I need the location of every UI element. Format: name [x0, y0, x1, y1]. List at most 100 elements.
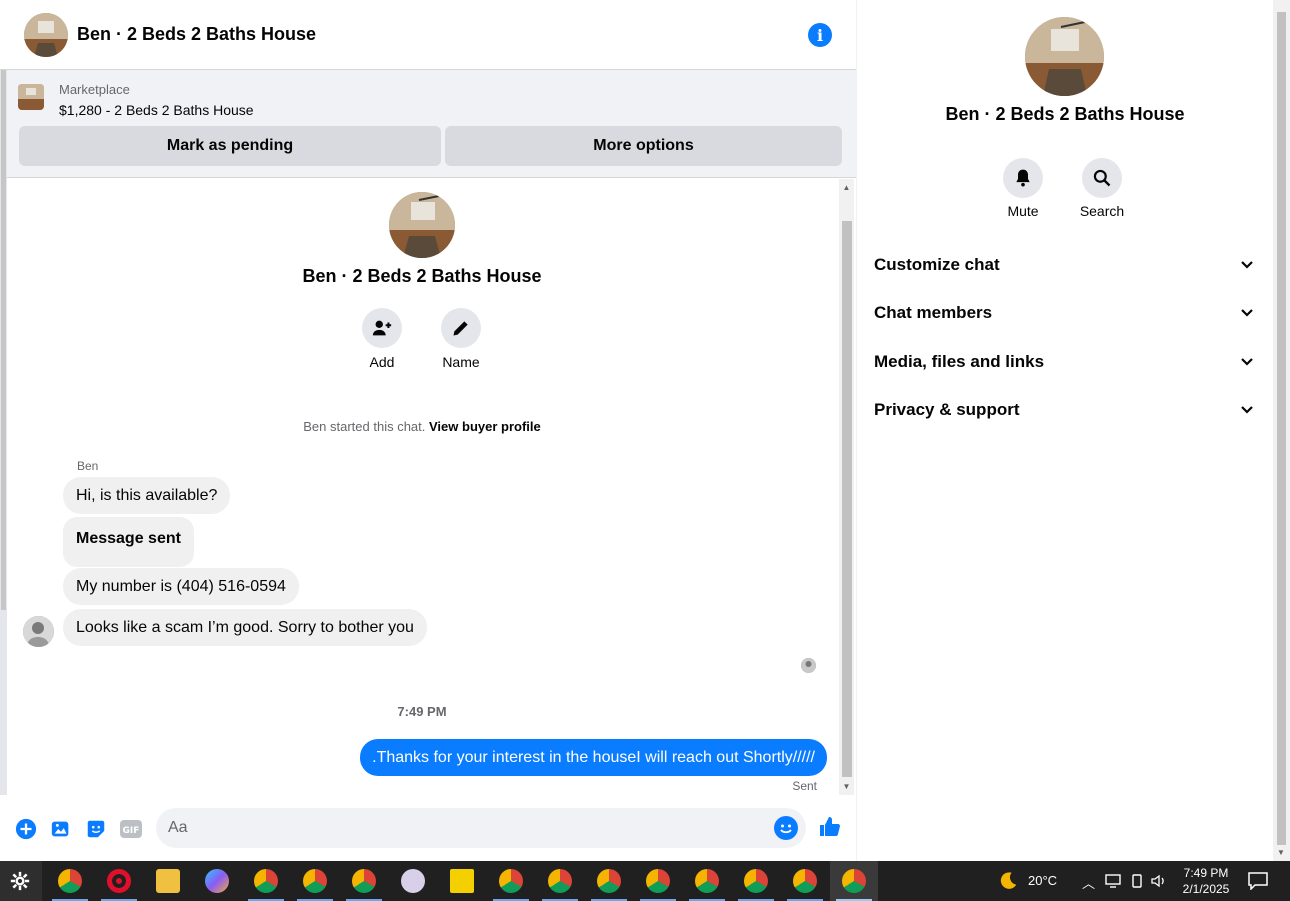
chat-title[interactable]: Ben · 2 Beds 2 Baths House [77, 24, 316, 45]
message-area: Ben · 2 Beds 2 Baths House Add Name Ben … [7, 179, 856, 795]
chrome-icon[interactable] [646, 869, 670, 893]
search-button[interactable] [1082, 158, 1122, 198]
incoming-message[interactable]: Message sent [63, 517, 194, 567]
privacy-support-section[interactable]: Privacy & support [874, 398, 1254, 422]
add-person-icon [372, 320, 392, 336]
mute-label: Mute [1007, 203, 1039, 219]
section-label: Privacy & support [874, 400, 1020, 419]
svg-text:GIF: GIF [123, 826, 140, 836]
system-clock[interactable]: 7:49 PM 2/1/2025 [1176, 865, 1236, 897]
incoming-message[interactable]: Hi, is this available? [63, 477, 231, 514]
panel-avatar[interactable] [1025, 17, 1104, 96]
chat-details-panel: Ben · 2 Beds 2 Baths House Mute Search C… [857, 0, 1273, 861]
chevron-up-icon[interactable]: ︿ [1082, 873, 1095, 892]
search-label: Search [1079, 203, 1125, 219]
emoji-icon[interactable] [774, 816, 798, 840]
notification-icon[interactable] [1248, 872, 1268, 890]
chrome-icon[interactable] [793, 869, 817, 893]
chat-avatar[interactable] [24, 12, 68, 57]
add-label: Add [369, 354, 395, 370]
chrome-icon[interactable] [597, 869, 621, 893]
listing-bar: Marketplace $1,280 - 2 Beds 2 Baths Hous… [7, 70, 856, 178]
incoming-message[interactable]: My number is (404) 516-0594 [63, 568, 299, 605]
bell-icon [1016, 169, 1030, 187]
chrome-icon[interactable] [744, 869, 768, 893]
started-text: Ben started this chat. [303, 419, 426, 434]
page-scrollbar[interactable]: ▼ [1273, 0, 1290, 861]
composer: GIF [0, 795, 856, 861]
listing-price-title[interactable]: $1,280 - 2 Beds 2 Baths House [59, 102, 254, 118]
scroll-down-icon[interactable]: ▼ [842, 782, 851, 791]
chat-members-section[interactable]: Chat members [874, 301, 1254, 325]
intro-title: Ben · 2 Beds 2 Baths House [302, 266, 542, 286]
clock-time: 7:49 PM [1183, 866, 1229, 880]
chrome-icon[interactable] [58, 869, 82, 893]
intro-avatar[interactable] [389, 192, 455, 258]
chat-started-note: Ben started this chat. View buyer profil… [7, 419, 837, 434]
plus-icon[interactable] [14, 817, 38, 841]
chevron-down-icon [1241, 406, 1253, 414]
chrome-icon[interactable] [548, 869, 572, 893]
listing-category: Marketplace [59, 82, 130, 97]
section-label: Media, files and links [874, 352, 1045, 371]
chrome-icon[interactable] [842, 869, 866, 893]
mark-as-pending-button[interactable]: Mark as pending [19, 126, 441, 166]
chrome-icon[interactable] [254, 869, 278, 893]
section-label: Customize chat [874, 255, 1000, 274]
customize-chat-section[interactable]: Customize chat [874, 253, 1254, 277]
more-options-button[interactable]: More options [445, 126, 842, 166]
read-receipt-avatar [801, 658, 816, 673]
panel-title: Ben · 2 Beds 2 Baths House [945, 104, 1185, 124]
section-label: Chat members [874, 303, 993, 322]
media-files-links-section[interactable]: Media, files and links [874, 350, 1254, 374]
snipping-tool-icon[interactable] [401, 869, 425, 893]
sender-name: Ben [77, 459, 99, 473]
scroll-thumb[interactable] [842, 221, 852, 777]
chat-header: Ben · 2 Beds 2 Baths House i [0, 0, 856, 70]
device-icon[interactable] [1130, 874, 1144, 888]
photo-icon[interactable] [49, 817, 73, 841]
network-icon[interactable] [1105, 874, 1121, 888]
chat-column: Ben · 2 Beds 2 Baths House i Marketplace… [0, 0, 856, 861]
sender-avatar[interactable] [23, 616, 54, 647]
incoming-message[interactable]: Looks like a scam I’m good. Sorry to bot… [63, 609, 427, 646]
chevron-down-icon [1241, 309, 1253, 317]
info-icon[interactable]: i [808, 23, 832, 47]
chrome-icon[interactable] [695, 869, 719, 893]
view-buyer-profile-link[interactable]: View buyer profile [429, 419, 541, 434]
gif-icon[interactable]: GIF [119, 817, 143, 841]
sticky-notes-icon[interactable] [450, 869, 474, 893]
outgoing-message[interactable]: .Thanks for your interest in the houseI … [360, 739, 827, 776]
sticker-icon[interactable] [84, 817, 108, 841]
moon-weather-icon[interactable] [997, 870, 1019, 892]
chrome-icon[interactable] [303, 869, 327, 893]
clock-date: 2/1/2025 [1182, 882, 1230, 896]
message-timestamp: 7:49 PM [397, 704, 447, 719]
settings-gear-icon[interactable] [10, 871, 30, 891]
page-scroll-down-icon[interactable]: ▼ [1277, 848, 1285, 857]
edit-name-button[interactable] [441, 308, 481, 348]
chevron-down-icon [1241, 358, 1253, 366]
copilot-icon[interactable] [205, 869, 229, 893]
file-explorer-icon[interactable] [156, 869, 180, 893]
sent-status: Sent [792, 779, 817, 793]
opera-icon[interactable] [107, 869, 131, 893]
page-scroll-thumb[interactable] [1277, 12, 1286, 845]
taskbar: 20°C ︿ 7:49 PM 2/1/2025 [0, 861, 1290, 901]
chrome-icon[interactable] [499, 869, 523, 893]
left-scrollbar[interactable] [0, 70, 7, 861]
search-icon [1093, 169, 1111, 187]
like-icon[interactable] [818, 815, 842, 839]
listing-thumbnail[interactable] [18, 84, 44, 110]
temperature[interactable]: 20°C [1028, 873, 1057, 888]
message-scrollbar[interactable]: ▲ ▼ [839, 179, 854, 795]
volume-icon[interactable] [1151, 874, 1167, 888]
name-label: Name [442, 354, 480, 370]
chevron-down-icon [1241, 261, 1253, 269]
message-input[interactable] [156, 808, 756, 848]
mute-button[interactable] [1003, 158, 1043, 198]
add-people-button[interactable] [362, 308, 402, 348]
pencil-icon [453, 321, 468, 336]
chrome-icon[interactable] [352, 869, 376, 893]
scroll-up-icon[interactable]: ▲ [842, 183, 851, 192]
